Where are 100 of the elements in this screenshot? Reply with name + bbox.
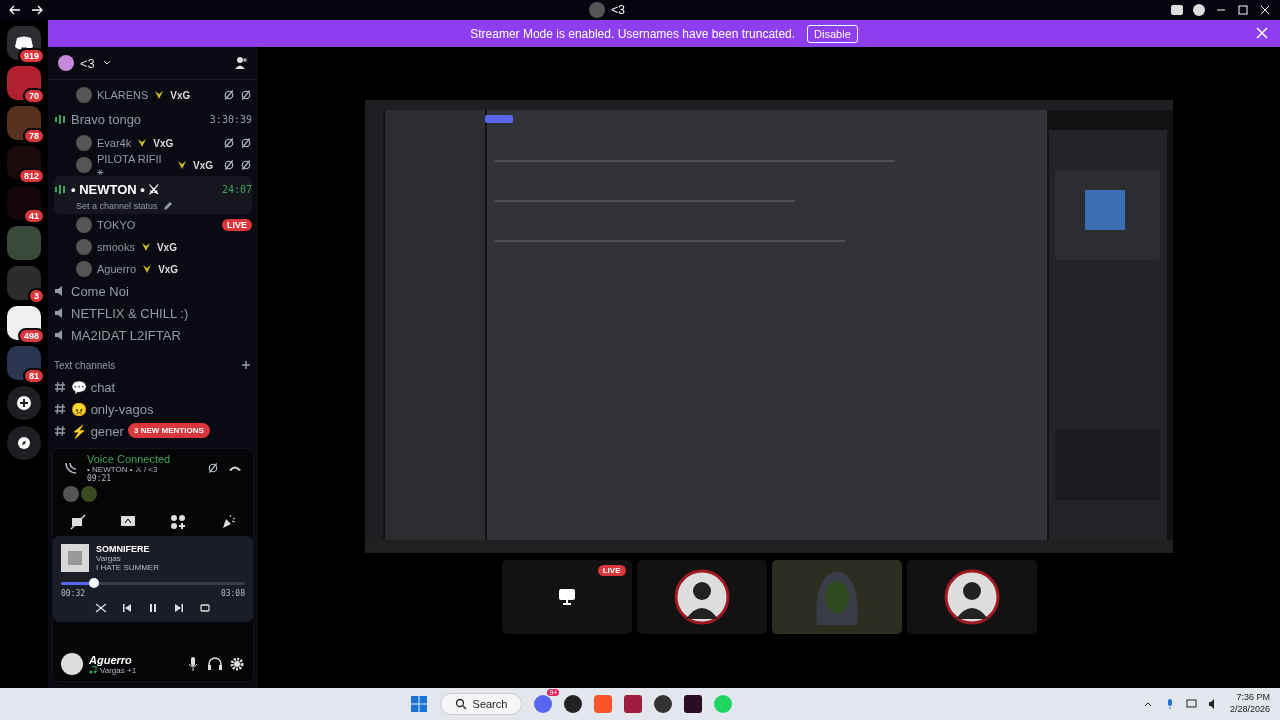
- next-icon[interactable]: [173, 602, 185, 614]
- app-icon[interactable]: [624, 695, 643, 713]
- channel-status[interactable]: Set a channel status: [76, 201, 158, 211]
- search-icon: [454, 698, 467, 710]
- unread-badge: 919: [17, 48, 45, 64]
- forward-arrow-icon[interactable]: [30, 3, 44, 17]
- unread-badge: 70: [23, 88, 45, 104]
- user-avatar: [63, 486, 79, 502]
- clock-time[interactable]: 7:36 PM: [1229, 692, 1270, 704]
- voice-channel-name[interactable]: Bravo tongo: [71, 111, 142, 127]
- deafened-icon: [240, 137, 252, 149]
- user-activity: Vargas +1: [100, 665, 137, 675]
- unread-badge: 41: [23, 208, 45, 224]
- voice-channel-name[interactable]: Come Noi: [71, 283, 129, 299]
- live-badge: LIVE: [222, 219, 252, 231]
- back-arrow-icon[interactable]: [8, 3, 22, 17]
- headphones-icon[interactable]: [207, 656, 223, 672]
- user-tile[interactable]: [771, 560, 902, 634]
- unread-badge: 3: [28, 288, 45, 304]
- member-name[interactable]: Aguerro: [97, 263, 137, 275]
- pause-icon[interactable]: [147, 602, 159, 614]
- member-name[interactable]: Evar4k: [97, 137, 132, 149]
- member-name[interactable]: TOKYO: [97, 219, 136, 231]
- user-avatar: [76, 261, 92, 277]
- repeat-icon[interactable]: [199, 602, 211, 614]
- text-channel-name[interactable]: 😠 only-vagos: [71, 401, 154, 417]
- call-duration: 09:21: [87, 474, 113, 483]
- text-channel-name[interactable]: ⚡ gener: [71, 423, 124, 439]
- clan-tag: VxG: [170, 89, 191, 101]
- unread-badge: 78: [23, 128, 45, 144]
- plus-icon: [17, 396, 31, 410]
- live-badge: LIVE: [597, 565, 626, 576]
- noise-suppression-icon: [207, 462, 219, 474]
- user-tile[interactable]: [906, 560, 1037, 634]
- app-icon[interactable]: [684, 695, 703, 713]
- crest-icon: [153, 89, 166, 101]
- deafened-icon: [240, 89, 252, 101]
- user-avatar[interactable]: [61, 653, 83, 675]
- app-icon[interactable]: [564, 695, 583, 713]
- network-icon[interactable]: [1185, 698, 1198, 710]
- settings-icon[interactable]: [229, 656, 245, 672]
- previous-icon[interactable]: [121, 602, 133, 614]
- activities-icon[interactable]: [170, 514, 186, 530]
- help-icon[interactable]: [1192, 3, 1206, 17]
- clock-date[interactable]: 2/28/2026: [1229, 704, 1270, 716]
- member-name[interactable]: KLARENS: [97, 89, 149, 101]
- user-avatar: [76, 217, 92, 233]
- user-avatar: [943, 569, 1000, 625]
- banner-text: Streamer Mode is enabled. Usernames have been truncated.: [470, 26, 796, 41]
- disable-button[interactable]: Disable: [807, 24, 858, 43]
- voice-channel-name[interactable]: MA2IDAT L2IFTAR: [71, 327, 181, 343]
- crest-icon: [141, 263, 154, 275]
- member-name[interactable]: smooks: [97, 241, 135, 253]
- camera-off-icon[interactable]: [70, 514, 86, 530]
- shuffle-icon[interactable]: [95, 602, 107, 614]
- close-icon[interactable]: [1258, 3, 1272, 17]
- explore-button[interactable]: [7, 426, 41, 460]
- browser-icon[interactable]: [594, 695, 613, 713]
- pencil-icon: [161, 200, 174, 212]
- user-avatar: [76, 135, 92, 151]
- text-channel-name[interactable]: 💬 chat: [71, 379, 116, 395]
- song-title: SOMNIFERE: [96, 544, 151, 554]
- user-tile[interactable]: [636, 560, 767, 634]
- taskbar-search[interactable]: Search: [439, 693, 523, 715]
- muted-mic-icon: [223, 89, 235, 101]
- crest-icon: [139, 241, 152, 253]
- clan-tag: VxG: [158, 263, 179, 275]
- stream-tile[interactable]: LIVE: [501, 560, 632, 634]
- server-name[interactable]: <3: [80, 55, 95, 71]
- elapsed-time: 00:32: [61, 589, 86, 598]
- maximize-icon[interactable]: [1236, 3, 1250, 17]
- voice-channel-name[interactable]: NETFLIX & CHILL :): [71, 305, 189, 321]
- connection-status: Voice Connected: [87, 453, 171, 465]
- user-avatar: [673, 569, 730, 625]
- voice-channel-path[interactable]: • NEWTON • ⚔ / <3: [87, 465, 171, 474]
- unread-badge: 498: [17, 328, 45, 344]
- album-art: [61, 544, 89, 572]
- member-name[interactable]: PILOTA RIFII ⚹: [97, 152, 171, 178]
- muted-mic-icon: [223, 159, 235, 171]
- soundboard-icon[interactable]: [220, 514, 236, 530]
- song-artist: Vargas: [96, 554, 122, 563]
- channel-timer: 24:07: [221, 183, 252, 195]
- deafened-icon: [240, 159, 252, 171]
- monitor-icon: [556, 587, 577, 607]
- chat-app-icon[interactable]: [534, 695, 553, 713]
- add-friend-icon[interactable]: [234, 56, 248, 70]
- inbox-icon[interactable]: [1170, 3, 1184, 17]
- user-avatar: [76, 87, 92, 103]
- compass-icon: [17, 436, 31, 450]
- mentions-pill[interactable]: 3 NEW MENTIONS: [128, 423, 210, 438]
- clan-tag: VxG: [193, 159, 213, 171]
- voice-channel-name[interactable]: • NEWTON • ⚔: [71, 181, 161, 197]
- add-server-button[interactable]: [7, 386, 41, 420]
- category-header[interactable]: Text channels: [54, 359, 116, 371]
- chat-logo-icon: [14, 35, 34, 51]
- unread-badge: 812: [17, 168, 45, 184]
- recorder-icon[interactable]: [654, 695, 673, 713]
- windows-start-icon[interactable]: [409, 695, 428, 713]
- crest-icon: [136, 137, 149, 149]
- plus-icon[interactable]: [240, 359, 252, 371]
